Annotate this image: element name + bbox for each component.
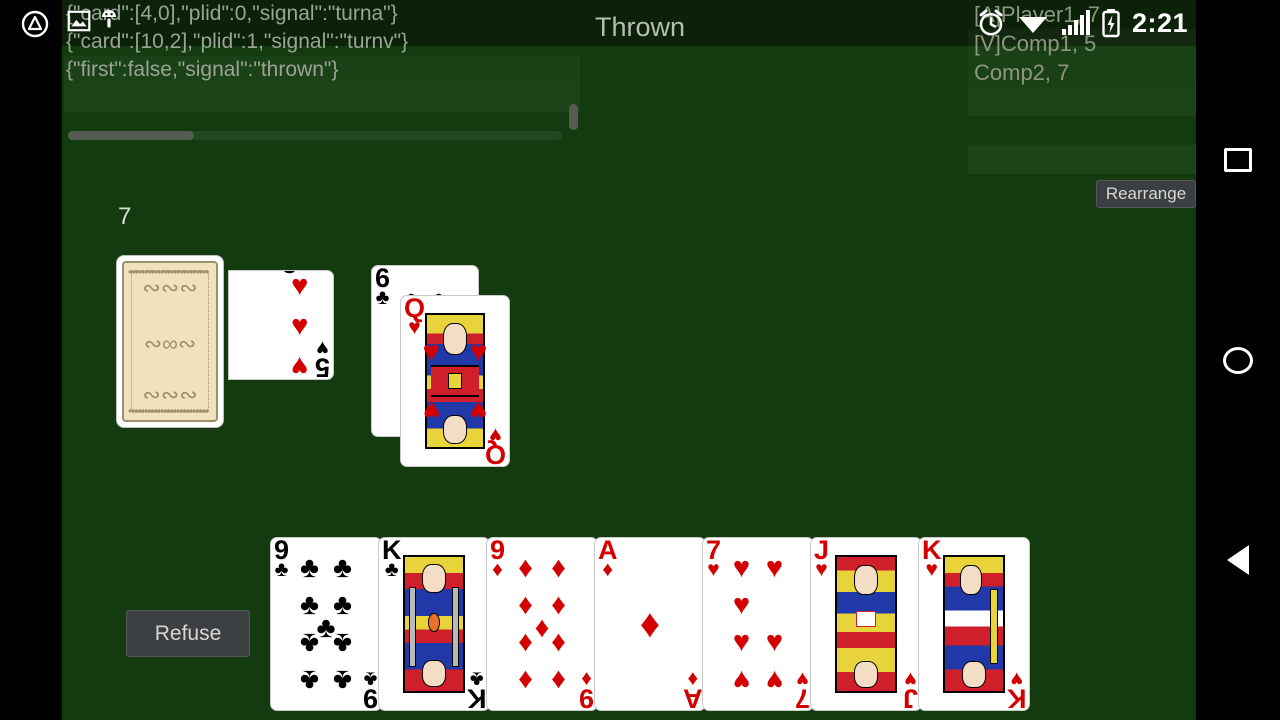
hand-card[interactable]: J ♥ J ♥ (810, 537, 922, 711)
card-corner: K ♥ (922, 538, 942, 581)
card-corner: 7 ♥ (795, 667, 810, 710)
screenshot-image-icon (67, 10, 91, 32)
card-corner: 9 ♣ (363, 667, 378, 710)
card-corner: 9 ♦ (490, 538, 505, 581)
scoreboard-empty-row (968, 145, 1196, 174)
card-suit: ♣ (363, 667, 378, 691)
card-corner: Q ♥ (404, 296, 425, 339)
card-suit: ♦ (581, 667, 592, 691)
android-navigation-bar (1196, 0, 1280, 720)
wifi-icon (1018, 17, 1047, 33)
recent-apps-button[interactable] (1196, 118, 1280, 202)
alarm-icon (979, 9, 1003, 36)
card-corner: 6 ♣ (375, 266, 390, 309)
card-suit: ♥ (707, 557, 720, 581)
deck-count-label: 7 (118, 203, 132, 230)
scoreboard-empty-row (968, 116, 1196, 145)
court-figure (835, 555, 897, 693)
refuse-button[interactable]: Refuse (126, 610, 250, 657)
card-suit: ♥ (815, 557, 828, 581)
card-suit: ♣ (384, 557, 399, 581)
log-line: {"card":[10,2],"plid":1,"signal":"turnv"… (66, 30, 409, 53)
card-suit: ♦ (492, 557, 503, 581)
recent-apps-icon (1224, 148, 1252, 172)
card-suit: ♣ (274, 557, 289, 581)
log-hscrollbar-thumb[interactable] (68, 131, 194, 140)
android-screen: Thrown 2:21 {"card":[4,0],"plid":0,"sign… (0, 0, 1280, 720)
card-corner: Q ♥ (485, 423, 506, 466)
scoreboard-row: Comp2, 7 (968, 58, 1196, 87)
card-corner: K ♣ (467, 667, 487, 710)
battery-charging-icon (1102, 9, 1120, 38)
card-suit: ♥ (925, 557, 938, 581)
card-corner: K ♥ (1007, 667, 1027, 710)
court-figure (943, 555, 1005, 693)
log-line: {"card":[4,0],"plid":0,"signal":"turna"} (66, 2, 398, 25)
card-suit: ♥ (1010, 667, 1023, 691)
android-robot-icon (102, 10, 116, 28)
court-figure (403, 555, 465, 693)
card-corner: A ♦ (683, 667, 703, 710)
card-back-pattern: ∾∾∾ ∾∞∾ ∾∾∾ ••••••••••••••••••••••••• ••… (122, 261, 218, 422)
log-line: {"first":false,"signal":"thrown"} (64, 56, 580, 84)
card-pips: ♥ ♥ ♥ ♥ (291, 270, 309, 380)
card-suit: ♣ (375, 285, 390, 309)
deck-card-back[interactable]: ∾∾∾ ∾∞∾ ∾∾∾ ••••••••••••••••••••••••• ••… (116, 255, 224, 428)
log-empty-row (64, 84, 580, 112)
scoreboard-empty-row (968, 87, 1196, 116)
notification-icons[interactable] (66, 8, 120, 34)
hand-card[interactable]: K ♣ K ♣ (378, 537, 490, 711)
card-corner: 9 ♣ (274, 538, 289, 581)
hand-card[interactable]: K ♥ K ♥ (918, 537, 1030, 711)
status-bar-right: 2:21 (976, 4, 1188, 42)
hand-card[interactable]: 9 ♣ 9 ♣ ♣ ♣ ♣ ♣ ♣ ♣ ♣ ♣ ♣ (270, 537, 382, 711)
hand-card[interactable]: A ♦ A ♦ ♦ (594, 537, 706, 711)
back-icon (1227, 545, 1249, 575)
debug-log-panel[interactable]: {"card":[4,0],"plid":0,"signal":"turna"}… (64, 0, 580, 148)
card-pips: ♥ ♥ ♥ ♥ ♥ ♥ ♥ (732, 551, 784, 697)
left-system-gutter (0, 0, 62, 720)
rearrange-button[interactable]: Rearrange (1096, 180, 1196, 208)
hand-card[interactable]: 9 ♦ 9 ♦ ♦ ♦ ♦ ♦ ♦ ♦ ♦ ♦ ♦ (486, 537, 598, 711)
back-button[interactable] (1196, 518, 1280, 602)
signal-icon (1061, 10, 1090, 35)
card-corner: K ♣ (382, 538, 402, 581)
pile-card[interactable]: Q ♥ Q ♥ ♥ ♥ ♥ ♥ (400, 295, 510, 467)
hand-card[interactable]: 7 ♥ 7 ♥ ♥ ♥ ♥ ♥ ♥ ♥ ♥ (702, 537, 814, 711)
card-suit: ♥ (408, 315, 421, 339)
card-suit: ♥ (796, 667, 809, 691)
home-button[interactable] (1196, 318, 1280, 402)
court-figure (424, 313, 486, 449)
log-hscrollbar[interactable] (68, 131, 562, 140)
home-icon (1223, 346, 1253, 374)
log-vscrollbar[interactable] (569, 104, 578, 130)
card-suit: ♣ (469, 667, 484, 691)
card-corner: J ♥ (903, 667, 918, 710)
card-corner: A ♦ (598, 538, 618, 581)
card-pips: ♦ (639, 602, 661, 646)
app-triangle-badge-icon (21, 10, 49, 38)
card-suit: ♥ (489, 423, 502, 447)
card-suit: ♥ (904, 667, 917, 691)
card-corner: 9 ♦ (579, 667, 594, 710)
trump-card[interactable]: 5 ♥ 5 ♥ ♥ ♥ ♥ (228, 270, 334, 380)
card-corner: 7 ♥ (706, 538, 721, 581)
clock: 2:21 (1131, 8, 1188, 38)
card-corner: J ♥ (814, 538, 829, 581)
card-suit: ♦ (602, 557, 614, 581)
card-suit: ♦ (686, 667, 698, 691)
